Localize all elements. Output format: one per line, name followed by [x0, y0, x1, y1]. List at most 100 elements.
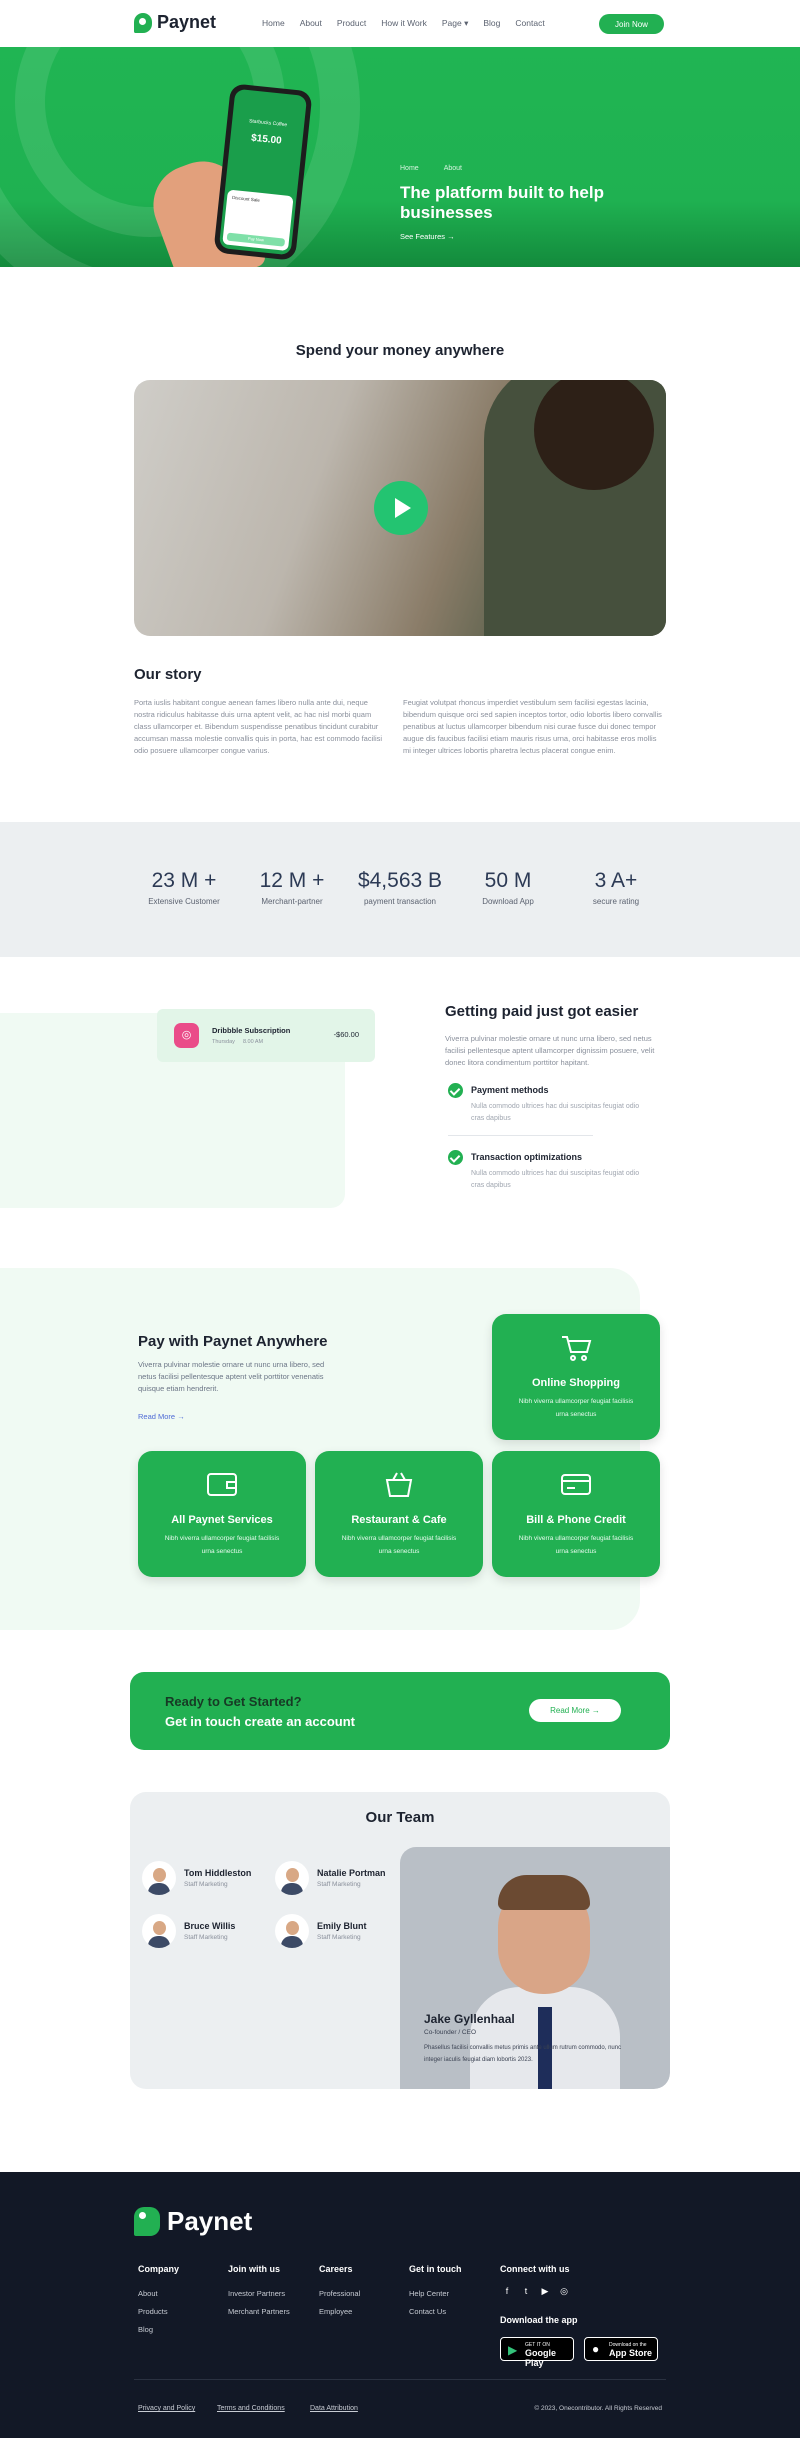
- app-store-button[interactable]: ● Download on the App Store: [584, 2337, 658, 2361]
- footer-link[interactable]: Help Center: [409, 2289, 449, 2298]
- stat-item: $4,563 B payment transaction: [345, 869, 455, 906]
- paynet-logo-icon: [134, 2207, 160, 2236]
- team-member[interactable]: Bruce Willis Staff Marketing: [142, 1914, 235, 1948]
- member-name: Natalie Portman: [317, 1868, 386, 1878]
- wallet-icon: [207, 1473, 237, 1496]
- breadcrumb-current: About: [443, 165, 462, 172]
- getting-paid-title: Getting paid just got easier: [445, 1003, 639, 1020]
- member-role: Staff Marketing: [317, 1934, 361, 1941]
- youtube-icon[interactable]: ▶: [538, 2286, 552, 2300]
- join-now-button[interactable]: Join Now: [599, 14, 664, 34]
- stat-label: secure rating: [592, 897, 640, 906]
- footer-link[interactable]: Employee: [319, 2307, 352, 2316]
- menu-item-page[interactable]: Page ▾: [442, 18, 469, 29]
- member-name: Bruce Willis: [184, 1921, 236, 1931]
- dribbble-icon: ◎: [174, 1023, 199, 1048]
- team-member[interactable]: Tom Hiddleston Staff Marketing: [142, 1861, 251, 1895]
- service-card-online-shopping[interactable]: Online Shopping Nibh viverra ullamcorper…: [492, 1314, 660, 1440]
- menu-item-contact[interactable]: Contact: [515, 18, 544, 29]
- footer-link[interactable]: Merchant Partners: [228, 2307, 290, 2316]
- service-card-all-paynet[interactable]: All Paynet Services Nibh viverra ullamco…: [138, 1451, 306, 1577]
- footer-link[interactable]: Products: [138, 2307, 168, 2316]
- cta-read-more-button[interactable]: Read More →: [529, 1699, 621, 1722]
- twitter-icon[interactable]: t: [519, 2286, 533, 2300]
- card-title: Bill & Phone Credit: [526, 1514, 626, 1526]
- instagram-icon[interactable]: ◎: [557, 2286, 571, 2300]
- featured-role: Co-founder / CEO: [424, 2029, 477, 2036]
- breadcrumb-home[interactable]: Home: [400, 165, 419, 172]
- menu-item-home[interactable]: Home: [262, 18, 285, 29]
- stat-value: 12 M +: [259, 869, 325, 892]
- avatar: [142, 1914, 176, 1948]
- footer: Paynet Company About Products Blog Join …: [0, 2172, 800, 2438]
- data-attribution-link[interactable]: Data Attribution: [310, 2405, 358, 2412]
- menu-item-about[interactable]: About: [300, 18, 322, 29]
- menu-item-page-label: Page: [441, 18, 462, 28]
- phone-screen: Starbucks Coffee $15.00 Discount Sale Pa…: [218, 88, 308, 256]
- subscription-date: Thursday: [212, 1039, 235, 1045]
- member-role: Staff Marketing: [184, 1934, 228, 1941]
- google-play-icon: ▶: [508, 2343, 518, 2357]
- hero-section: Starbucks Coffee $15.00 Discount Sale Pa…: [0, 47, 800, 267]
- subscription-time: 8.00 AM: [242, 1039, 264, 1045]
- team-member[interactable]: Natalie Portman Staff Marketing: [275, 1861, 386, 1895]
- menu-item-how-it-work[interactable]: How it Work: [381, 18, 427, 29]
- cta-line-1: Ready to Get Started?: [165, 1694, 302, 1709]
- hero-title: The platform built to help businesses: [400, 183, 604, 222]
- card-desc: Nibh viverra ullamcorper feugiat facilis…: [518, 1398, 634, 1418]
- facebook-icon[interactable]: f: [500, 2286, 514, 2300]
- footer-link[interactable]: Blog: [138, 2325, 153, 2334]
- phone-header: Starbucks Coffee: [248, 118, 288, 129]
- app-store-big: App Store: [609, 2348, 653, 2358]
- stat-value: 23 M +: [151, 869, 217, 892]
- privacy-policy-link[interactable]: Privacy and Policy: [138, 2405, 195, 2412]
- footer-link[interactable]: Contact Us: [409, 2307, 446, 2316]
- footer-link[interactable]: Investor Partners: [228, 2289, 285, 2298]
- team-member[interactable]: Emily Blunt Staff Marketing: [275, 1914, 367, 1948]
- top-navbar: Paynet Home About Product How it Work Pa…: [0, 0, 800, 47]
- video-player[interactable]: [134, 380, 666, 636]
- phone-amount: $15.00: [250, 132, 283, 147]
- footer-logo[interactable]: Paynet: [134, 2206, 252, 2237]
- getting-paid-text: Viverra pulvinar molestie ornare ut nunc…: [445, 1034, 655, 1067]
- menu-item-product[interactable]: Product: [337, 18, 366, 29]
- footer-col-title: Join with us: [228, 2264, 281, 2274]
- stat-item: 50 M Download App: [453, 869, 563, 906]
- check-circle-icon: [448, 1083, 463, 1098]
- pay-anywhere-title: Pay with Paynet Anywhere: [138, 1333, 328, 1350]
- breadcrumb: Home About: [400, 165, 462, 172]
- main-menu: Home About Product How it Work Page ▾ Bl…: [262, 18, 545, 29]
- card-title: All Paynet Services: [171, 1514, 273, 1526]
- member-role: Staff Marketing: [317, 1881, 361, 1888]
- service-card-bill-phone[interactable]: Bill & Phone Credit Nibh viverra ullamco…: [492, 1451, 660, 1577]
- feature-divider: [448, 1135, 593, 1136]
- play-button-icon[interactable]: [374, 481, 428, 535]
- footer-link[interactable]: Professional: [319, 2289, 360, 2298]
- team-section: Our Team Tom Hiddleston Staff Marketing N…: [130, 1792, 670, 2089]
- pay-anywhere-text: Viverra pulvinar molestie ornare ut nunc…: [138, 1360, 325, 1393]
- brand-logo[interactable]: Paynet: [134, 12, 216, 33]
- stat-item: 12 M + Merchant-partner: [237, 869, 347, 906]
- read-more-link[interactable]: Read More →: [138, 1412, 185, 1421]
- member-role: Staff Marketing: [184, 1881, 228, 1888]
- apple-icon: ●: [592, 2342, 600, 2356]
- footer-link[interactable]: About: [138, 2289, 158, 2298]
- story-title: Our story: [134, 666, 202, 683]
- connect-title: Connect with us: [500, 2264, 570, 2274]
- terms-link[interactable]: Terms and Conditions: [217, 2405, 285, 2412]
- subscription-card: ◎ Dribbble Subscription Thursday 8.00 AM …: [157, 1009, 375, 1062]
- story-paragraph-2: Feugiat volutpat rhoncus imperdiet vesti…: [403, 698, 662, 755]
- google-play-button[interactable]: ▶ GET IT ON Google Play: [500, 2337, 574, 2368]
- check-circle-icon: [448, 1150, 463, 1165]
- featured-member-hair: [498, 1875, 590, 1910]
- see-features-link[interactable]: See Features →: [400, 232, 455, 241]
- menu-item-blog[interactable]: Blog: [483, 18, 500, 29]
- avatar: [275, 1861, 309, 1895]
- team-title: Our Team: [365, 1809, 435, 1826]
- feature-desc: Nulla commodo ultrices hac dui suscipita…: [471, 1170, 640, 1189]
- stats-section: 23 M + Extensive Customer 12 M + Merchant-…: [0, 822, 800, 957]
- stat-value: 50 M: [484, 869, 532, 892]
- stat-label: Download App: [482, 897, 534, 906]
- card-title: Restaurant & Cafe: [351, 1514, 447, 1526]
- service-card-restaurant[interactable]: Restaurant & Cafe Nibh viverra ullamcorp…: [315, 1451, 483, 1577]
